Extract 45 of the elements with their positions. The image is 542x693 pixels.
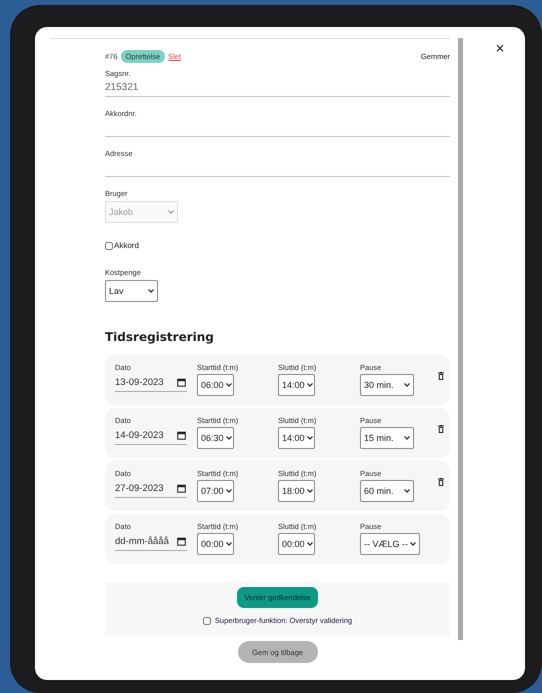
chevron-icon	[404, 489, 410, 493]
chevron-icon	[148, 289, 154, 293]
scrollbar[interactable]	[458, 38, 463, 640]
close-button[interactable]: ×	[494, 41, 505, 55]
time-dropdown[interactable]: 14:00	[278, 427, 315, 449]
chevron-icon	[410, 542, 416, 546]
trash-icon[interactable]	[438, 372, 444, 380]
chevron-icon	[226, 436, 232, 440]
chevron-icon	[404, 383, 410, 387]
section-heading: Tidsregistrering	[105, 330, 215, 344]
time-dropdown[interactable]: 07:00	[197, 480, 234, 502]
chevron-icon	[226, 383, 232, 387]
pause-dropdown[interactable]: 30 min.	[360, 374, 414, 396]
trash-icon[interactable]	[438, 425, 444, 433]
date-field[interactable]: dd-mm-åååå	[115, 533, 187, 551]
chevron-icon	[168, 210, 174, 214]
time-dropdown[interactable]: 14:00	[278, 374, 315, 396]
time-dropdown[interactable]: 00:00	[197, 533, 234, 555]
pause-dropdown[interactable]: -- VÆLG --	[360, 533, 420, 555]
calendar-icon[interactable]	[177, 484, 186, 493]
time-dropdown[interactable]: 18:00	[278, 480, 315, 502]
chevron-icon	[404, 436, 410, 440]
time-dropdown[interactable]: 06:00	[197, 374, 234, 396]
checkbox[interactable]	[105, 242, 113, 250]
pause-dropdown[interactable]: 15 min.	[360, 427, 414, 449]
trash-icon[interactable]	[438, 478, 444, 486]
checkbox-label: Akkord	[114, 241, 139, 250]
date-field[interactable]: 27-09-2023	[115, 480, 187, 498]
calendar-icon[interactable]	[177, 431, 186, 440]
dropdown[interactable]: Lav	[105, 280, 158, 302]
chevron-icon	[226, 542, 232, 546]
time-dropdown[interactable]: 06:30	[197, 427, 234, 449]
calendar-icon[interactable]	[177, 378, 186, 387]
chevron-icon	[226, 489, 232, 493]
chevron-icon	[306, 542, 313, 546]
chevron-icon	[306, 436, 313, 440]
text-field[interactable]: 215321	[105, 78, 450, 97]
date-field[interactable]: 14-09-2023	[115, 427, 187, 445]
time-dropdown[interactable]: 00:00	[278, 533, 315, 555]
chevron-icon	[306, 489, 313, 493]
calendar-icon[interactable]	[177, 537, 186, 546]
pause-dropdown[interactable]: 60 min.	[360, 480, 414, 502]
date-field[interactable]: 13-09-2023	[115, 374, 187, 392]
chevron-icon	[306, 383, 313, 387]
checkbox[interactable]	[202, 616, 211, 624]
